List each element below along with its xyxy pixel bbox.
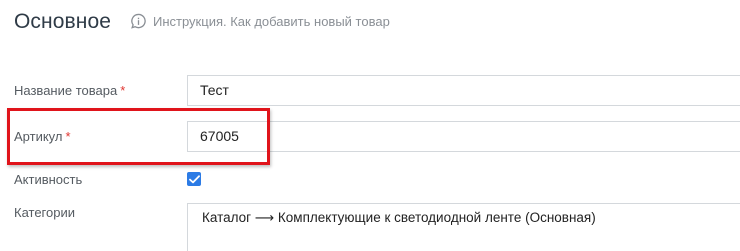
instruction-link[interactable]: Инструкция. Как добавить новый товар [130, 13, 390, 30]
product-name-input[interactable]: Тест [187, 75, 740, 106]
sku-label-text: Артикул [14, 129, 63, 144]
section-title: Основное [14, 10, 112, 33]
checkmark-icon [188, 174, 200, 183]
product-main-section: Основное Инструкция. Как добавить новый … [0, 0, 740, 251]
sku-input[interactable]: 67005 [187, 121, 740, 152]
product-name-label-text: Название товара [14, 83, 118, 98]
required-mark: * [65, 129, 71, 144]
required-mark: * [120, 83, 126, 98]
categories-field[interactable]: Каталог ⟶ Комплектующие к светодиодной л… [187, 203, 740, 251]
categories-label: Категории [14, 205, 75, 220]
sku-label: Артикул * [14, 129, 71, 144]
instruction-link-text[interactable]: Инструкция. Как добавить новый товар [153, 14, 390, 29]
active-checkbox[interactable] [187, 172, 201, 186]
product-name-label: Название товара * [14, 83, 125, 98]
info-bubble-icon [131, 13, 146, 29]
active-label: Активность [14, 172, 83, 187]
